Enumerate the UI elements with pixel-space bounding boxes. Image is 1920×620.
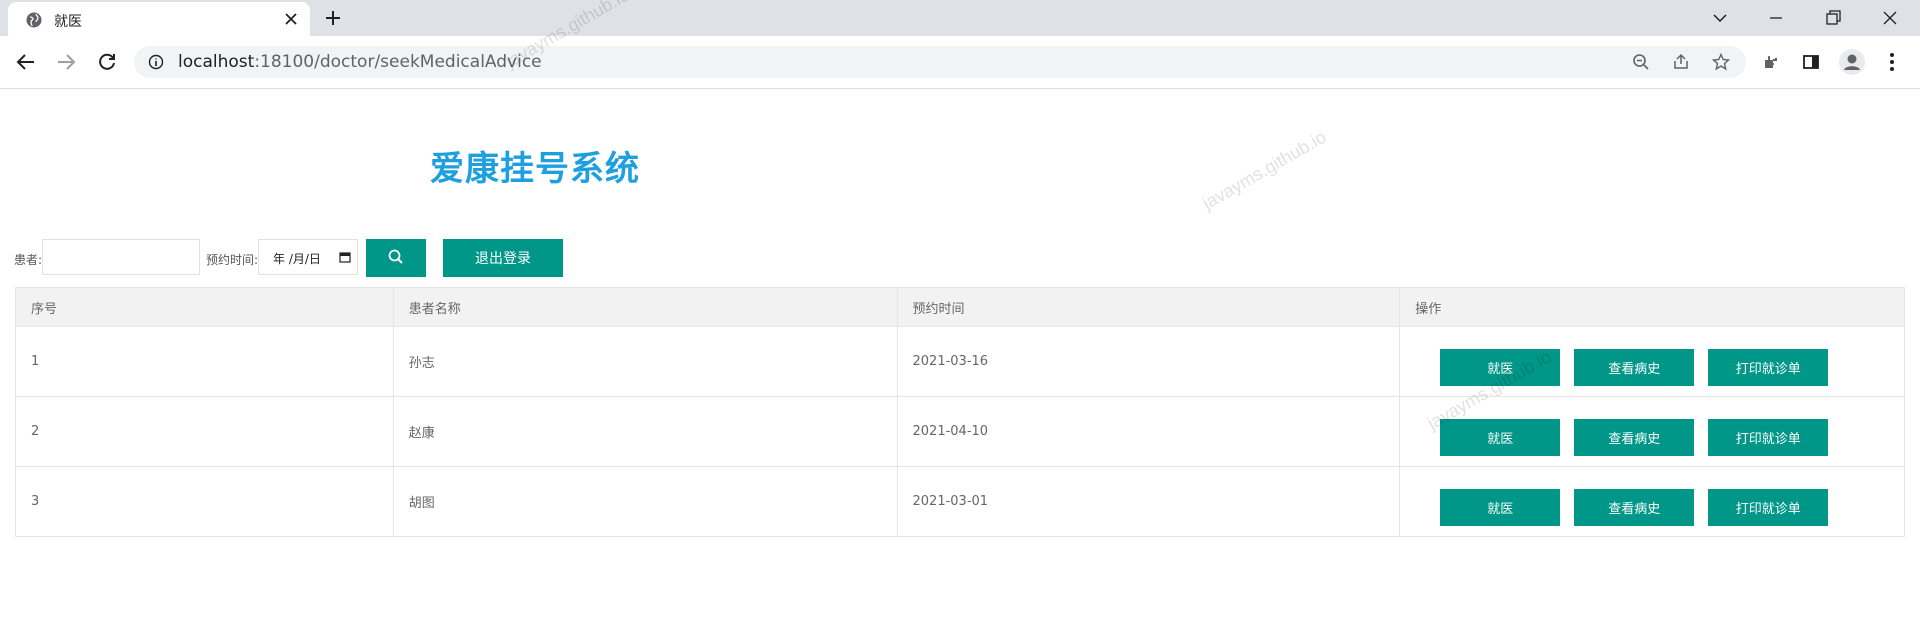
cell-index: 1 (15, 326, 394, 397)
view-history-button[interactable]: 查看病史 (1574, 349, 1695, 386)
site-info-icon[interactable] (148, 54, 164, 70)
reload-icon[interactable] (96, 51, 118, 73)
table-row: 1 孙志 2021-03-16 就医 查看病史 打印就诊单 (15, 326, 1905, 397)
treat-button[interactable]: 就医 (1440, 489, 1561, 526)
header-actions: 操作 (1399, 287, 1905, 327)
calendar-icon[interactable] (339, 251, 351, 263)
header-patient-name: 患者名称 (392, 287, 898, 327)
table-header-row: 序号 患者名称 预约时间 操作 (15, 287, 1905, 327)
date-placeholder: 年 /月/日 (273, 252, 321, 266)
close-tab-icon[interactable] (282, 10, 300, 28)
page-content: 爱康挂号系统 患者: 预约时间: 年 /月/日 退出登录 序号 患者名称 预约时… (0, 89, 1920, 620)
appointments-table: 序号 患者名称 预约时间 操作 1 孙志 2021-03-16 就医 查看病史 … (15, 287, 1905, 537)
treat-button[interactable]: 就医 (1440, 419, 1561, 456)
side-panel-icon[interactable] (1801, 52, 1821, 72)
cell-appointment-time: 2021-04-10 (896, 396, 1401, 467)
print-slip-button[interactable]: 打印就诊单 (1708, 419, 1829, 456)
browser-tab[interactable]: 就医 (8, 2, 310, 36)
treat-button[interactable]: 就医 (1440, 349, 1561, 386)
user-icon (1844, 54, 1860, 70)
header-index: 序号 (15, 287, 394, 327)
view-history-button[interactable]: 查看病史 (1574, 489, 1695, 526)
close-window-icon[interactable] (1880, 8, 1900, 28)
cell-appointment-time: 2021-03-16 (896, 326, 1401, 397)
forward-icon[interactable] (55, 51, 77, 73)
cell-patient-name: 孙志 (392, 326, 898, 397)
appointment-date-input[interactable]: 年 /月/日 (258, 239, 358, 275)
print-slip-button[interactable]: 打印就诊单 (1708, 349, 1829, 386)
cell-actions: 就医 查看病史 打印就诊单 (1399, 326, 1905, 397)
logout-button[interactable]: 退出登录 (443, 239, 563, 277)
view-history-button[interactable]: 查看病史 (1574, 419, 1695, 456)
restore-icon[interactable] (1823, 8, 1843, 28)
print-slip-button[interactable]: 打印就诊单 (1708, 489, 1829, 526)
search-icon (388, 249, 403, 264)
tab-title: 就医 (54, 14, 82, 30)
cell-patient-name: 胡图 (392, 466, 898, 537)
globe-icon (26, 12, 42, 28)
cell-actions: 就医 查看病史 打印就诊单 (1399, 396, 1905, 467)
minimize-icon[interactable] (1766, 8, 1786, 28)
table-row: 2 赵康 2021-04-10 就医 查看病史 打印就诊单 (15, 396, 1905, 467)
more-menu-icon[interactable] (1889, 52, 1895, 72)
appointment-time-label: 预约时间: (206, 253, 259, 267)
browser-tabstrip: 就医 (0, 0, 1920, 36)
new-tab-icon[interactable] (324, 9, 342, 27)
share-icon[interactable] (1672, 53, 1690, 71)
patient-label: 患者: (14, 253, 43, 267)
header-appointment-time: 预约时间 (896, 287, 1401, 327)
bookmark-star-icon[interactable] (1712, 53, 1730, 71)
table-row: 3 胡图 2021-03-01 就医 查看病史 打印就诊单 (15, 466, 1905, 537)
cell-actions: 就医 查看病史 打印就诊单 (1399, 466, 1905, 537)
browser-toolbar: localhost:18100/doctor/seekMedicalAdvice (0, 36, 1920, 89)
cell-patient-name: 赵康 (392, 396, 898, 467)
cell-index: 2 (15, 396, 394, 467)
search-button[interactable] (366, 239, 426, 277)
tab-search-icon[interactable] (1710, 8, 1730, 28)
brand-title: 爱康挂号系统 (430, 149, 640, 189)
cell-appointment-time: 2021-03-01 (896, 466, 1401, 537)
url-path: :18100/doctor/seekMedicalAdvice (254, 52, 542, 72)
cell-index: 3 (15, 466, 394, 537)
extensions-icon[interactable] (1762, 52, 1782, 72)
url-text: localhost:18100/doctor/seekMedicalAdvice (178, 52, 542, 72)
patient-search-input[interactable] (42, 239, 200, 275)
profile-avatar[interactable] (1839, 49, 1865, 75)
back-icon[interactable] (15, 51, 37, 73)
url-host: localhost (178, 52, 255, 72)
zoom-out-icon[interactable] (1632, 53, 1650, 71)
address-bar[interactable]: localhost:18100/doctor/seekMedicalAdvice (134, 46, 1746, 78)
